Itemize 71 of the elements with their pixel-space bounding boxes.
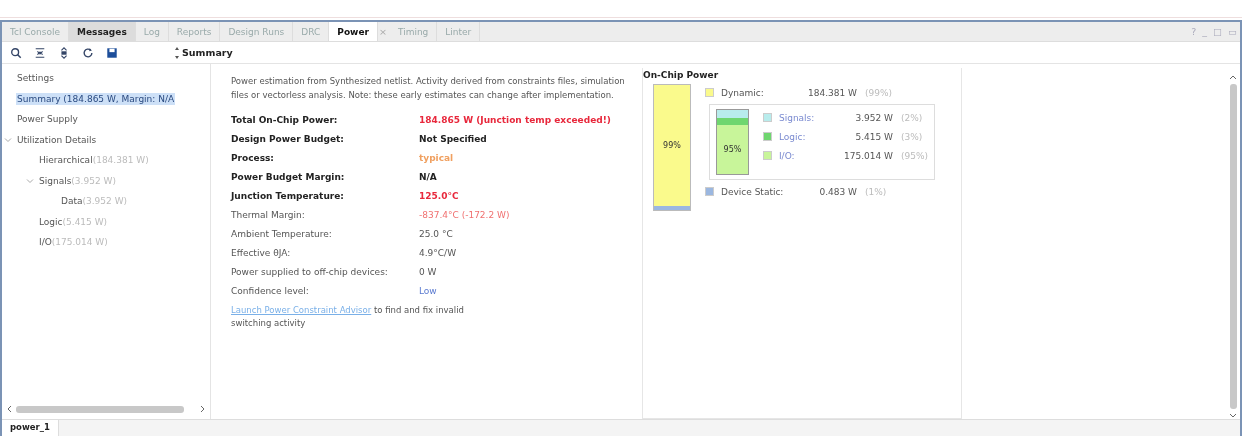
chart-title: On-Chip Power: [643, 69, 720, 82]
property-label: Ambient Temperature:: [231, 228, 333, 239]
scroll-left-icon[interactable]: [6, 405, 14, 413]
property-value: 25.0 °C: [419, 228, 454, 239]
tree-item[interactable]: Settings: [16, 72, 55, 85]
scroll-down-icon[interactable]: [1229, 411, 1237, 419]
property-value: 184.865 W (Junction temp exceeded!): [419, 114, 612, 125]
property-label: Process:: [231, 152, 275, 163]
property-value: 125.0°C: [419, 190, 460, 201]
tree-item[interactable]: Hierarchical(184.381 W): [38, 154, 150, 167]
search-icon[interactable]: [10, 46, 22, 59]
tree-item[interactable]: Power Supply: [16, 113, 79, 126]
property-value: N/A: [419, 171, 438, 182]
property-label: Effective θJA:: [231, 247, 292, 258]
tree-item[interactable]: I/O(175.014 W): [38, 236, 109, 249]
legend-percent: (2%): [900, 112, 923, 123]
property-label: Junction Temperature:: [231, 190, 345, 201]
tab[interactable]: Reports: [168, 22, 221, 41]
panel-title: Summary: [182, 47, 233, 58]
tab[interactable]: Messages: [69, 22, 136, 41]
legend-percent: (3%): [900, 131, 923, 142]
property-label: Thermal Margin:: [231, 209, 306, 220]
legend-value: 175.014 W: [843, 150, 894, 161]
property-label: Power supplied to off-chip devices:: [231, 266, 389, 277]
grip-icon[interactable]: [174, 45, 180, 60]
scroll-up-icon[interactable]: [1229, 74, 1237, 82]
value-link[interactable]: Low: [419, 285, 636, 296]
horizontal-scrollbar[interactable]: [6, 403, 206, 415]
legend-percent: (99%): [865, 87, 893, 98]
tree-item[interactable]: Summary (184.865 W, Margin: N/A: [16, 92, 176, 105]
legend-value: 5.415 W: [854, 131, 894, 142]
collapse-icon[interactable]: [34, 46, 46, 59]
legend-percent: (95%): [900, 150, 928, 161]
legend-value: 3.952 W: [854, 112, 894, 123]
save-icon[interactable]: [106, 46, 118, 59]
expand-icon[interactable]: [58, 46, 70, 59]
tab[interactable]: power_1: [2, 420, 59, 436]
percent-label: 95%: [723, 145, 742, 155]
refresh-icon[interactable]: [82, 46, 94, 59]
property-label: Design Power Budget:: [231, 133, 345, 144]
tree-item[interactable]: Signals(3.952 W): [38, 174, 117, 187]
property-label: Total On-Chip Power:: [231, 114, 339, 125]
property-value: -837.4°C (-172.2 W): [419, 209, 511, 220]
tab[interactable]: Log: [135, 22, 169, 41]
property-value: Not Specified: [419, 133, 488, 144]
tree-item[interactable]: Logic(5.415 W): [38, 215, 109, 228]
legend-label: Signals:: [778, 112, 816, 123]
tab[interactable]: Linter: [437, 22, 481, 41]
property-value: typical: [419, 152, 455, 163]
tab[interactable]: Design Runs: [220, 22, 294, 41]
property-label: Confidence level:: [231, 285, 310, 296]
legend-label: I/O:: [778, 150, 796, 161]
legend-value: 184.381 W: [807, 87, 858, 98]
tree-item[interactable]: Data(3.952 W): [60, 195, 129, 208]
advisor-text: Launch Power Constraint Advisor to find and fix invalid switching activity: [231, 304, 465, 330]
description-text: Power estimation from Synthesized netlist. Activity derived from constraints files, simulation files or vectorless analysis. Note: these early estimates can change after implementation.: [231, 75, 626, 102]
tree-item[interactable]: Utilization Details: [16, 133, 98, 146]
tab[interactable]: Timing: [389, 22, 438, 41]
legend-label: Logic:: [778, 131, 807, 142]
property-value: 0 W: [419, 266, 438, 277]
percent-label: 99%: [663, 141, 681, 150]
advisor-link[interactable]: Launch Power Constraint Advisor: [231, 305, 372, 315]
legend-label: Dynamic:: [721, 87, 765, 98]
property-value: 4.9°C/W: [419, 247, 458, 258]
scroll-right-icon[interactable]: [198, 405, 206, 413]
legend-percent: (1%): [865, 186, 887, 197]
legend-label: Device Static:: [721, 186, 785, 197]
tab[interactable]: Power: [329, 22, 378, 41]
property-label: Power Budget Margin:: [231, 171, 346, 182]
legend-value: 0.483 W: [818, 186, 858, 197]
vertical-scrollbar[interactable]: [1228, 74, 1238, 419]
